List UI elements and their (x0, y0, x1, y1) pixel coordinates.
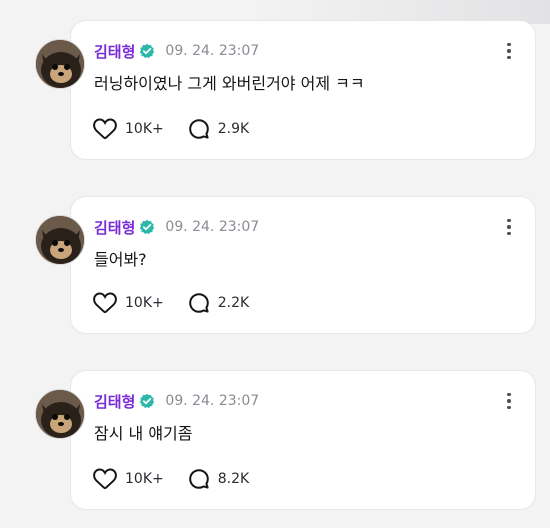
post-timestamp: 09. 24. 23:07 (165, 219, 260, 235)
post-text: 들어봐? (94, 250, 147, 269)
comment-bubble-icon (188, 293, 209, 313)
comment-bubble-icon (188, 469, 209, 489)
like-count: 10K+ (125, 121, 164, 137)
verified-badge-icon (139, 393, 155, 409)
like-count: 10K+ (125, 295, 164, 311)
avatar[interactable] (35, 215, 85, 265)
avatar[interactable] (35, 389, 85, 439)
post-card: 김태형 09. 24. 23:07 러닝하이였나 그게 와버린거야 어제 ㅋㅋ … (35, 20, 536, 160)
like-count: 10K+ (125, 471, 164, 487)
like-button[interactable]: 10K+ (93, 292, 164, 314)
heart-icon (93, 292, 117, 314)
post-actions: 10K+ 2.9K (93, 118, 249, 140)
verified-badge-icon (139, 219, 155, 235)
like-button[interactable]: 10K+ (93, 118, 164, 140)
post-actions: 10K+ 2.2K (93, 292, 249, 314)
comment-count: 2.9K (217, 121, 250, 137)
heart-icon (93, 118, 117, 140)
post-timestamp: 09. 24. 23:07 (165, 43, 260, 59)
post-timestamp: 09. 24. 23:07 (165, 393, 260, 409)
verified-badge-icon (139, 43, 155, 59)
post-header: 김태형 09. 24. 23:07 (94, 40, 259, 62)
more-vertical-icon[interactable] (505, 390, 513, 412)
post-text: 러닝하이였나 그게 와버린거야 어제 ㅋㅋ (94, 74, 365, 93)
avatar[interactable] (35, 39, 85, 89)
comment-button[interactable]: 8.2K (188, 468, 249, 490)
post-card: 김태형 09. 24. 23:07 잠시 내 얘기좀 10K+ 8.2K (35, 370, 536, 510)
comment-count: 8.2K (217, 471, 250, 487)
more-vertical-icon[interactable] (505, 216, 513, 238)
comment-bubble-icon (188, 119, 209, 139)
author-name[interactable]: 김태형 (94, 217, 135, 238)
post-header: 김태형 09. 24. 23:07 (94, 390, 259, 412)
like-button[interactable]: 10K+ (93, 468, 164, 490)
post-card: 김태형 09. 24. 23:07 들어봐? 10K+ 2.2K (35, 196, 536, 334)
comment-button[interactable]: 2.9K (188, 118, 249, 140)
heart-icon (93, 468, 117, 490)
post-header: 김태형 09. 24. 23:07 (94, 216, 259, 238)
comment-count: 2.2K (217, 295, 250, 311)
author-name[interactable]: 김태형 (94, 391, 135, 412)
comment-button[interactable]: 2.2K (188, 292, 249, 314)
author-name[interactable]: 김태형 (94, 41, 135, 62)
post-text: 잠시 내 얘기좀 (94, 424, 193, 443)
more-vertical-icon[interactable] (505, 40, 513, 62)
post-actions: 10K+ 8.2K (93, 468, 249, 490)
